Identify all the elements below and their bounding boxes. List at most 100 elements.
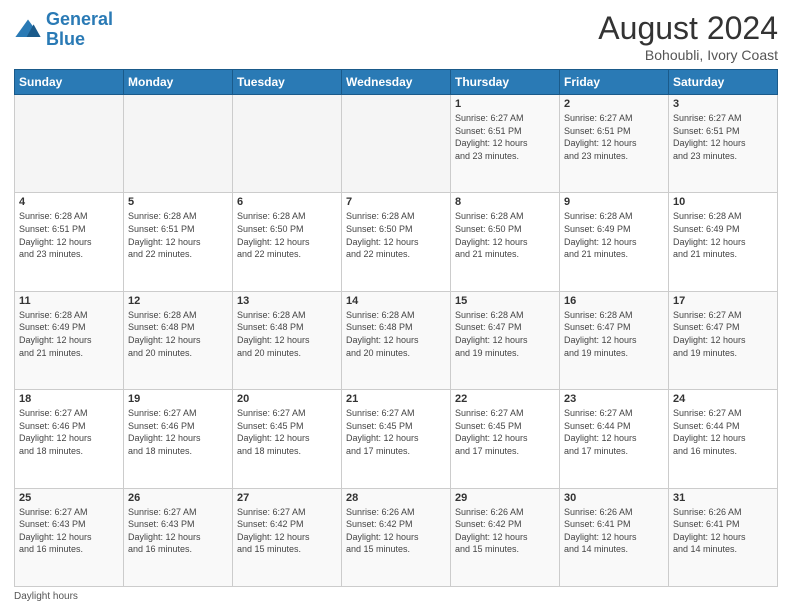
day-info: Sunrise: 6:28 AM Sunset: 6:51 PM Dayligh… [128,210,228,260]
calendar-cell [124,95,233,193]
calendar-cell: 29 Sunrise: 6:26 AM Sunset: 6:42 PM Dayli… [451,488,560,586]
calendar-cell: 24 Sunrise: 6:27 AM Sunset: 6:44 PM Dayli… [669,390,778,488]
day-number: 1 [455,98,555,110]
calendar-week-row: 4Sunrise: 6:28 AM Sunset: 6:51 PM Daylig… [15,193,778,291]
day-number: 26 [128,492,228,504]
day-info: Sunrise: 6:26 AM Sunset: 6:42 PM Dayligh… [455,506,555,556]
calendar-cell [342,95,451,193]
calendar-cell: 20 Sunrise: 6:27 AM Sunset: 6:45 PM Dayli… [233,390,342,488]
day-number: 24 [673,393,773,405]
calendar-cell: 10 Sunrise: 6:28 AM Sunset: 6:49 PM Dayli… [669,193,778,291]
day-number: 30 [564,492,664,504]
calendar-cell: 14 Sunrise: 6:28 AM Sunset: 6:48 PM Dayli… [342,291,451,389]
day-number: 9 [564,196,664,208]
logo-line2: Blue [46,29,85,49]
day-info: Sunrise: 6:28 AM Sunset: 6:51 PM Dayligh… [19,210,119,260]
day-info: Sunrise: 6:28 AM Sunset: 6:49 PM Dayligh… [19,309,119,359]
day-info: Sunrise: 6:28 AM Sunset: 6:50 PM Dayligh… [237,210,337,260]
day-info: Sunrise: 6:26 AM Sunset: 6:41 PM Dayligh… [564,506,664,556]
day-info: Sunrise: 6:27 AM Sunset: 6:44 PM Dayligh… [673,407,773,457]
day-number: 10 [673,196,773,208]
calendar-cell: 31Sunrise: 6:26 AM Sunset: 6:41 PM Dayli… [669,488,778,586]
day-info: Sunrise: 6:26 AM Sunset: 6:41 PM Dayligh… [673,506,773,556]
day-info: Sunrise: 6:27 AM Sunset: 6:43 PM Dayligh… [19,506,119,556]
calendar-header-tuesday: Tuesday [233,70,342,95]
calendar-cell: 30 Sunrise: 6:26 AM Sunset: 6:41 PM Dayli… [560,488,669,586]
day-number: 22 [455,393,555,405]
logo-line1: General [46,9,113,29]
day-info: Sunrise: 6:27 AM Sunset: 6:43 PM Dayligh… [128,506,228,556]
calendar-cell: 5 Sunrise: 6:28 AM Sunset: 6:51 PM Daylig… [124,193,233,291]
calendar-cell: 18Sunrise: 6:27 AM Sunset: 6:46 PM Dayli… [15,390,124,488]
day-info: Sunrise: 6:27 AM Sunset: 6:46 PM Dayligh… [128,407,228,457]
day-info: Sunrise: 6:27 AM Sunset: 6:45 PM Dayligh… [346,407,446,457]
calendar-table: SundayMondayTuesdayWednesdayThursdayFrid… [14,69,778,587]
calendar-cell: 7Sunrise: 6:28 AM Sunset: 6:50 PM Daylig… [342,193,451,291]
header: General Blue August 2024 Bohoubli, Ivory… [14,10,778,63]
day-info: Sunrise: 6:27 AM Sunset: 6:47 PM Dayligh… [673,309,773,359]
day-info: Sunrise: 6:27 AM Sunset: 6:45 PM Dayligh… [455,407,555,457]
calendar-cell: 12 Sunrise: 6:28 AM Sunset: 6:48 PM Dayli… [124,291,233,389]
day-number: 5 [128,196,228,208]
page: General Blue August 2024 Bohoubli, Ivory… [0,0,792,612]
title-block: August 2024 Bohoubli, Ivory Coast [598,10,778,63]
day-info: Sunrise: 6:28 AM Sunset: 6:49 PM Dayligh… [673,210,773,260]
day-number: 20 [237,393,337,405]
day-info: Sunrise: 6:27 AM Sunset: 6:51 PM Dayligh… [673,112,773,162]
day-number: 7 [346,196,446,208]
logo-icon [14,16,42,44]
calendar-cell: 13Sunrise: 6:28 AM Sunset: 6:48 PM Dayli… [233,291,342,389]
day-info: Sunrise: 6:28 AM Sunset: 6:48 PM Dayligh… [128,309,228,359]
calendar-cell: 25 Sunrise: 6:27 AM Sunset: 6:43 PM Dayli… [15,488,124,586]
day-number: 28 [346,492,446,504]
calendar-header-wednesday: Wednesday [342,70,451,95]
day-number: 6 [237,196,337,208]
day-number: 2 [564,98,664,110]
calendar-cell: 27 Sunrise: 6:27 AM Sunset: 6:42 PM Dayli… [233,488,342,586]
calendar-week-row: 1 Sunrise: 6:27 AM Sunset: 6:51 PM Daylig… [15,95,778,193]
calendar-cell: 21 Sunrise: 6:27 AM Sunset: 6:45 PM Dayli… [342,390,451,488]
day-number: 15 [455,295,555,307]
day-info: Sunrise: 6:27 AM Sunset: 6:51 PM Dayligh… [455,112,555,162]
day-info: Sunrise: 6:27 AM Sunset: 6:44 PM Dayligh… [564,407,664,457]
day-info: Sunrise: 6:28 AM Sunset: 6:47 PM Dayligh… [455,309,555,359]
day-number: 23 [564,393,664,405]
day-info: Sunrise: 6:27 AM Sunset: 6:51 PM Dayligh… [564,112,664,162]
day-number: 12 [128,295,228,307]
calendar-header-row: SundayMondayTuesdayWednesdayThursdayFrid… [15,70,778,95]
calendar-cell: 16Sunrise: 6:28 AM Sunset: 6:47 PM Dayli… [560,291,669,389]
day-number: 29 [455,492,555,504]
calendar-header-saturday: Saturday [669,70,778,95]
calendar-header-sunday: Sunday [15,70,124,95]
calendar-header-thursday: Thursday [451,70,560,95]
calendar-week-row: 18Sunrise: 6:27 AM Sunset: 6:46 PM Dayli… [15,390,778,488]
calendar-cell: 8Sunrise: 6:28 AM Sunset: 6:50 PM Daylig… [451,193,560,291]
day-info: Sunrise: 6:27 AM Sunset: 6:45 PM Dayligh… [237,407,337,457]
daylight-hours-label: Daylight hours [14,591,78,602]
day-number: 21 [346,393,446,405]
calendar-header-friday: Friday [560,70,669,95]
day-number: 25 [19,492,119,504]
day-number: 14 [346,295,446,307]
day-info: Sunrise: 6:28 AM Sunset: 6:49 PM Dayligh… [564,210,664,260]
day-number: 17 [673,295,773,307]
day-number: 27 [237,492,337,504]
calendar-cell: 19Sunrise: 6:27 AM Sunset: 6:46 PM Dayli… [124,390,233,488]
calendar-week-row: 11 Sunrise: 6:28 AM Sunset: 6:49 PM Dayli… [15,291,778,389]
day-info: Sunrise: 6:26 AM Sunset: 6:42 PM Dayligh… [346,506,446,556]
day-number: 3 [673,98,773,110]
calendar-cell: 6 Sunrise: 6:28 AM Sunset: 6:50 PM Daylig… [233,193,342,291]
day-number: 11 [19,295,119,307]
calendar-cell: 4Sunrise: 6:28 AM Sunset: 6:51 PM Daylig… [15,193,124,291]
day-info: Sunrise: 6:27 AM Sunset: 6:42 PM Dayligh… [237,506,337,556]
calendar-cell: 11 Sunrise: 6:28 AM Sunset: 6:49 PM Dayli… [15,291,124,389]
main-title: August 2024 [598,10,778,47]
calendar-cell: 28 Sunrise: 6:26 AM Sunset: 6:42 PM Dayli… [342,488,451,586]
calendar-week-row: 25 Sunrise: 6:27 AM Sunset: 6:43 PM Dayli… [15,488,778,586]
day-info: Sunrise: 6:28 AM Sunset: 6:48 PM Dayligh… [346,309,446,359]
day-number: 16 [564,295,664,307]
calendar-header-monday: Monday [124,70,233,95]
day-info: Sunrise: 6:28 AM Sunset: 6:48 PM Dayligh… [237,309,337,359]
day-info: Sunrise: 6:28 AM Sunset: 6:50 PM Dayligh… [455,210,555,260]
footer-note: Daylight hours [14,591,778,602]
